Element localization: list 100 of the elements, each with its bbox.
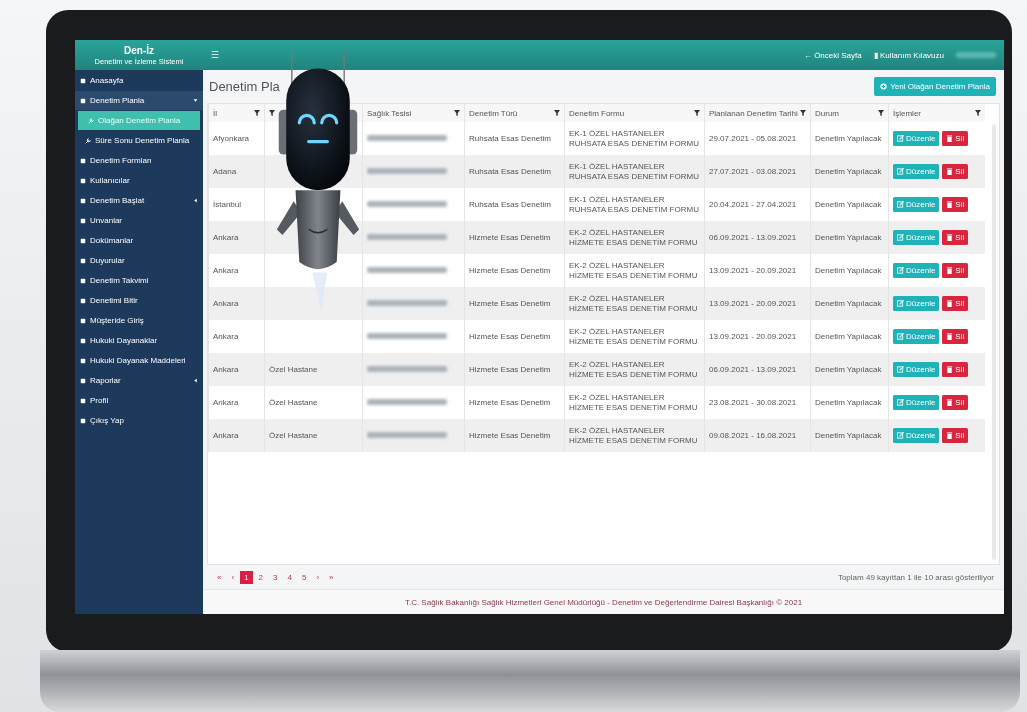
page-button[interactable]: 2 <box>254 570 268 584</box>
table-cell: EK-2 ÖZEL HASTANELER HİZMETE ESAS DENETİM FORMU <box>569 359 698 379</box>
sidebar-item[interactable]: Denetim Takvimi <box>75 271 203 290</box>
delete-button[interactable]: Sil <box>942 329 969 344</box>
last-page-button[interactable]: » <box>325 570 338 584</box>
table-cell: 20.04.2021 - 27.04.2021 <box>709 199 797 209</box>
table-cell: 27.07.2021 - 03.08.2021 <box>709 166 797 176</box>
sidebar-subitem[interactable]: Süre Sonu Denetim Planla <box>75 131 203 150</box>
table-cell: Denetim Yapılacak <box>815 232 882 242</box>
table-cell: 06.09.2021 - 13.09.2021 <box>709 232 797 242</box>
column-header: İl <box>213 108 217 118</box>
table-cell: 06.09.2021 - 13.09.2021 <box>709 364 797 374</box>
table-cell: Özel Hastane <box>269 364 318 374</box>
sidebar-item[interactable]: Anasayfa <box>75 71 203 90</box>
table-cell: Denetim Yapılacak <box>815 265 882 275</box>
table-cell: Hizmete Esas Denetim <box>469 397 551 407</box>
table-cell: Hizmete Esas Denetim <box>469 265 551 275</box>
column-header: Sağlık Tesisi <box>367 108 412 118</box>
table-cell: Ankara <box>213 397 239 407</box>
sidebar-item[interactable]: Kullanıcılar <box>75 171 203 190</box>
edit-button[interactable]: Düzenle <box>893 164 940 179</box>
sidebar-item[interactable]: Profil <box>75 391 203 410</box>
table-cell: EK-2 ÖZEL HASTANELER HİZMETE ESAS DENETİM FORMU <box>569 293 698 313</box>
footer-text: T.C. Sağlık Bakanlığı Sağlık Hizmetleri Genel Müdürlüğü - Denetim ve Değerlendirme Dairesi Başkanlığı © 2021 <box>404 597 803 607</box>
delete-button[interactable]: Sil <box>942 164 969 179</box>
sidebar-item[interactable]: Hukuki Dayanak Maddeleri <box>75 351 203 370</box>
table-cell: EK-1 ÖZEL HASTANELER RUHSATA ESAS DENETİM FORMU <box>569 128 699 148</box>
table-cell: Özel Hastane <box>269 397 318 407</box>
edit-button[interactable]: Düzenle <box>893 428 940 443</box>
edit-button[interactable]: Düzenle <box>893 230 940 245</box>
table-cell: Özel Hastane <box>269 430 318 440</box>
edit-button[interactable]: Düzenle <box>893 263 940 278</box>
edit-button[interactable]: Düzenle <box>893 362 940 377</box>
page-button[interactable]: 3 <box>269 570 282 584</box>
delete-button[interactable]: Sil <box>942 395 969 410</box>
page-title: Denetim Pla <box>209 79 280 94</box>
page-button[interactable]: 1 <box>240 570 253 584</box>
sidebar-item[interactable]: Duyurular <box>75 251 203 270</box>
sidebar-item[interactable]: Raporlar <box>75 371 203 390</box>
column-header: Denetim Türü <box>469 108 518 118</box>
sidebar-item[interactable]: Müşteride Giriş <box>75 311 203 330</box>
column-header: Durum <box>815 108 839 118</box>
column-header: Denetim Formu <box>569 108 625 118</box>
edit-button[interactable]: Düzenle <box>893 197 940 212</box>
previous-page-button[interactable]: ‹ <box>227 570 239 584</box>
delete-button[interactable]: Sil <box>942 362 969 377</box>
edit-button[interactable]: Düzenle <box>893 131 940 146</box>
delete-button[interactable]: Sil <box>942 296 969 311</box>
table-cell: 23.08.2021 - 30.08.2021 <box>709 397 797 407</box>
sidebar-item[interactable]: Denetim Başlat <box>75 191 203 210</box>
table-cell: 13.09.2021 - 20.09.2021 <box>709 331 797 341</box>
table-cell: Denetim Yapılacak <box>815 364 882 374</box>
page-button[interactable]: 5 <box>297 570 311 584</box>
sidebar-item[interactable]: Unvanlar <box>75 211 203 230</box>
table-cell: Ruhsata Esas Denetim <box>469 133 551 143</box>
table-cell: Ankara <box>213 265 239 275</box>
table-cell: Denetim Yapılacak <box>815 199 882 209</box>
table-cell: EK-2 ÖZEL HASTANELER HİZMETE ESAS DENETİM FORMU <box>569 425 698 445</box>
edit-button[interactable]: Düzenle <box>893 395 940 410</box>
delete-button[interactable]: Sil <box>942 428 969 443</box>
next-page-button[interactable]: › <box>312 570 324 584</box>
top-link[interactable]: ← Önceki Sayfa <box>803 50 862 60</box>
sidebar-item[interactable]: Denetimi Bitir <box>75 291 203 310</box>
delete-button[interactable]: Sil <box>942 230 969 245</box>
page-button[interactable]: 4 <box>283 570 296 584</box>
table-cell: Denetim Yapılacak <box>815 298 882 308</box>
delete-button[interactable]: Sil <box>942 263 969 278</box>
table-cell: Adana <box>213 166 237 176</box>
table-cell: EK-2 ÖZEL HASTANELER HİZMETE ESAS DENETİM FORMU <box>569 392 698 412</box>
table-cell: 13.09.2021 - 20.09.2021 <box>709 265 797 275</box>
table-cell: Denetim Yapılacak <box>815 166 882 176</box>
table-cell: Ankara <box>213 430 239 440</box>
table-cell: Denetim Yapılacak <box>815 331 882 341</box>
table-cell: EK-2 ÖZEL HASTANELER HİZMETE ESAS DENETİM FORMU <box>569 260 698 280</box>
table-cell: İstanbul <box>213 199 242 209</box>
table-cell: Hizmete Esas Denetim <box>469 364 551 374</box>
table-cell: Ruhsata Esas Denetim <box>469 166 551 176</box>
delete-button[interactable]: Sil <box>942 197 969 212</box>
menu-button[interactable]: ☰ <box>211 50 219 60</box>
table-cell: Hizmete Esas Denetim <box>469 232 551 242</box>
table-cell: EK-1 ÖZEL HASTANELER RUHSATA ESAS DENETİM FORMU <box>569 161 699 181</box>
table-cell: Ankara <box>213 298 239 308</box>
table-cell: Ankara <box>213 331 239 341</box>
column-header: Planlanan Denetim Tarihi <box>709 108 798 118</box>
table-cell: EK-2 ÖZEL HASTANELER HİZMETE ESAS DENETİM FORMU <box>569 227 698 247</box>
sidebar-item[interactable]: Dokümanlar <box>75 231 203 250</box>
first-page-button[interactable]: « <box>213 570 226 584</box>
top-link[interactable]: ▮ Kullanım Kılavuzu <box>873 50 944 60</box>
table-cell: Ankara <box>213 232 239 242</box>
table-cell: EK-2 ÖZEL HASTANELER HİZMETE ESAS DENETİM FORMU <box>569 326 698 346</box>
edit-button[interactable]: Düzenle <box>893 296 940 311</box>
table-cell: Ankara <box>213 364 239 374</box>
sidebar-item[interactable]: Denetim Planla <box>75 91 203 110</box>
new-plan-button[interactable]: Yeni Olağan Denetim Planla <box>874 77 996 96</box>
delete-button[interactable]: Sil <box>942 131 969 146</box>
table-cell: Denetim Yapılacak <box>815 430 882 440</box>
sidebar-item[interactable]: Çıkış Yap <box>75 411 203 430</box>
sidebar-item[interactable]: Hukuki Dayanaklar <box>75 331 203 350</box>
edit-button[interactable]: Düzenle <box>893 329 940 344</box>
sidebar-item[interactable]: Denetim Formları <box>75 151 203 170</box>
